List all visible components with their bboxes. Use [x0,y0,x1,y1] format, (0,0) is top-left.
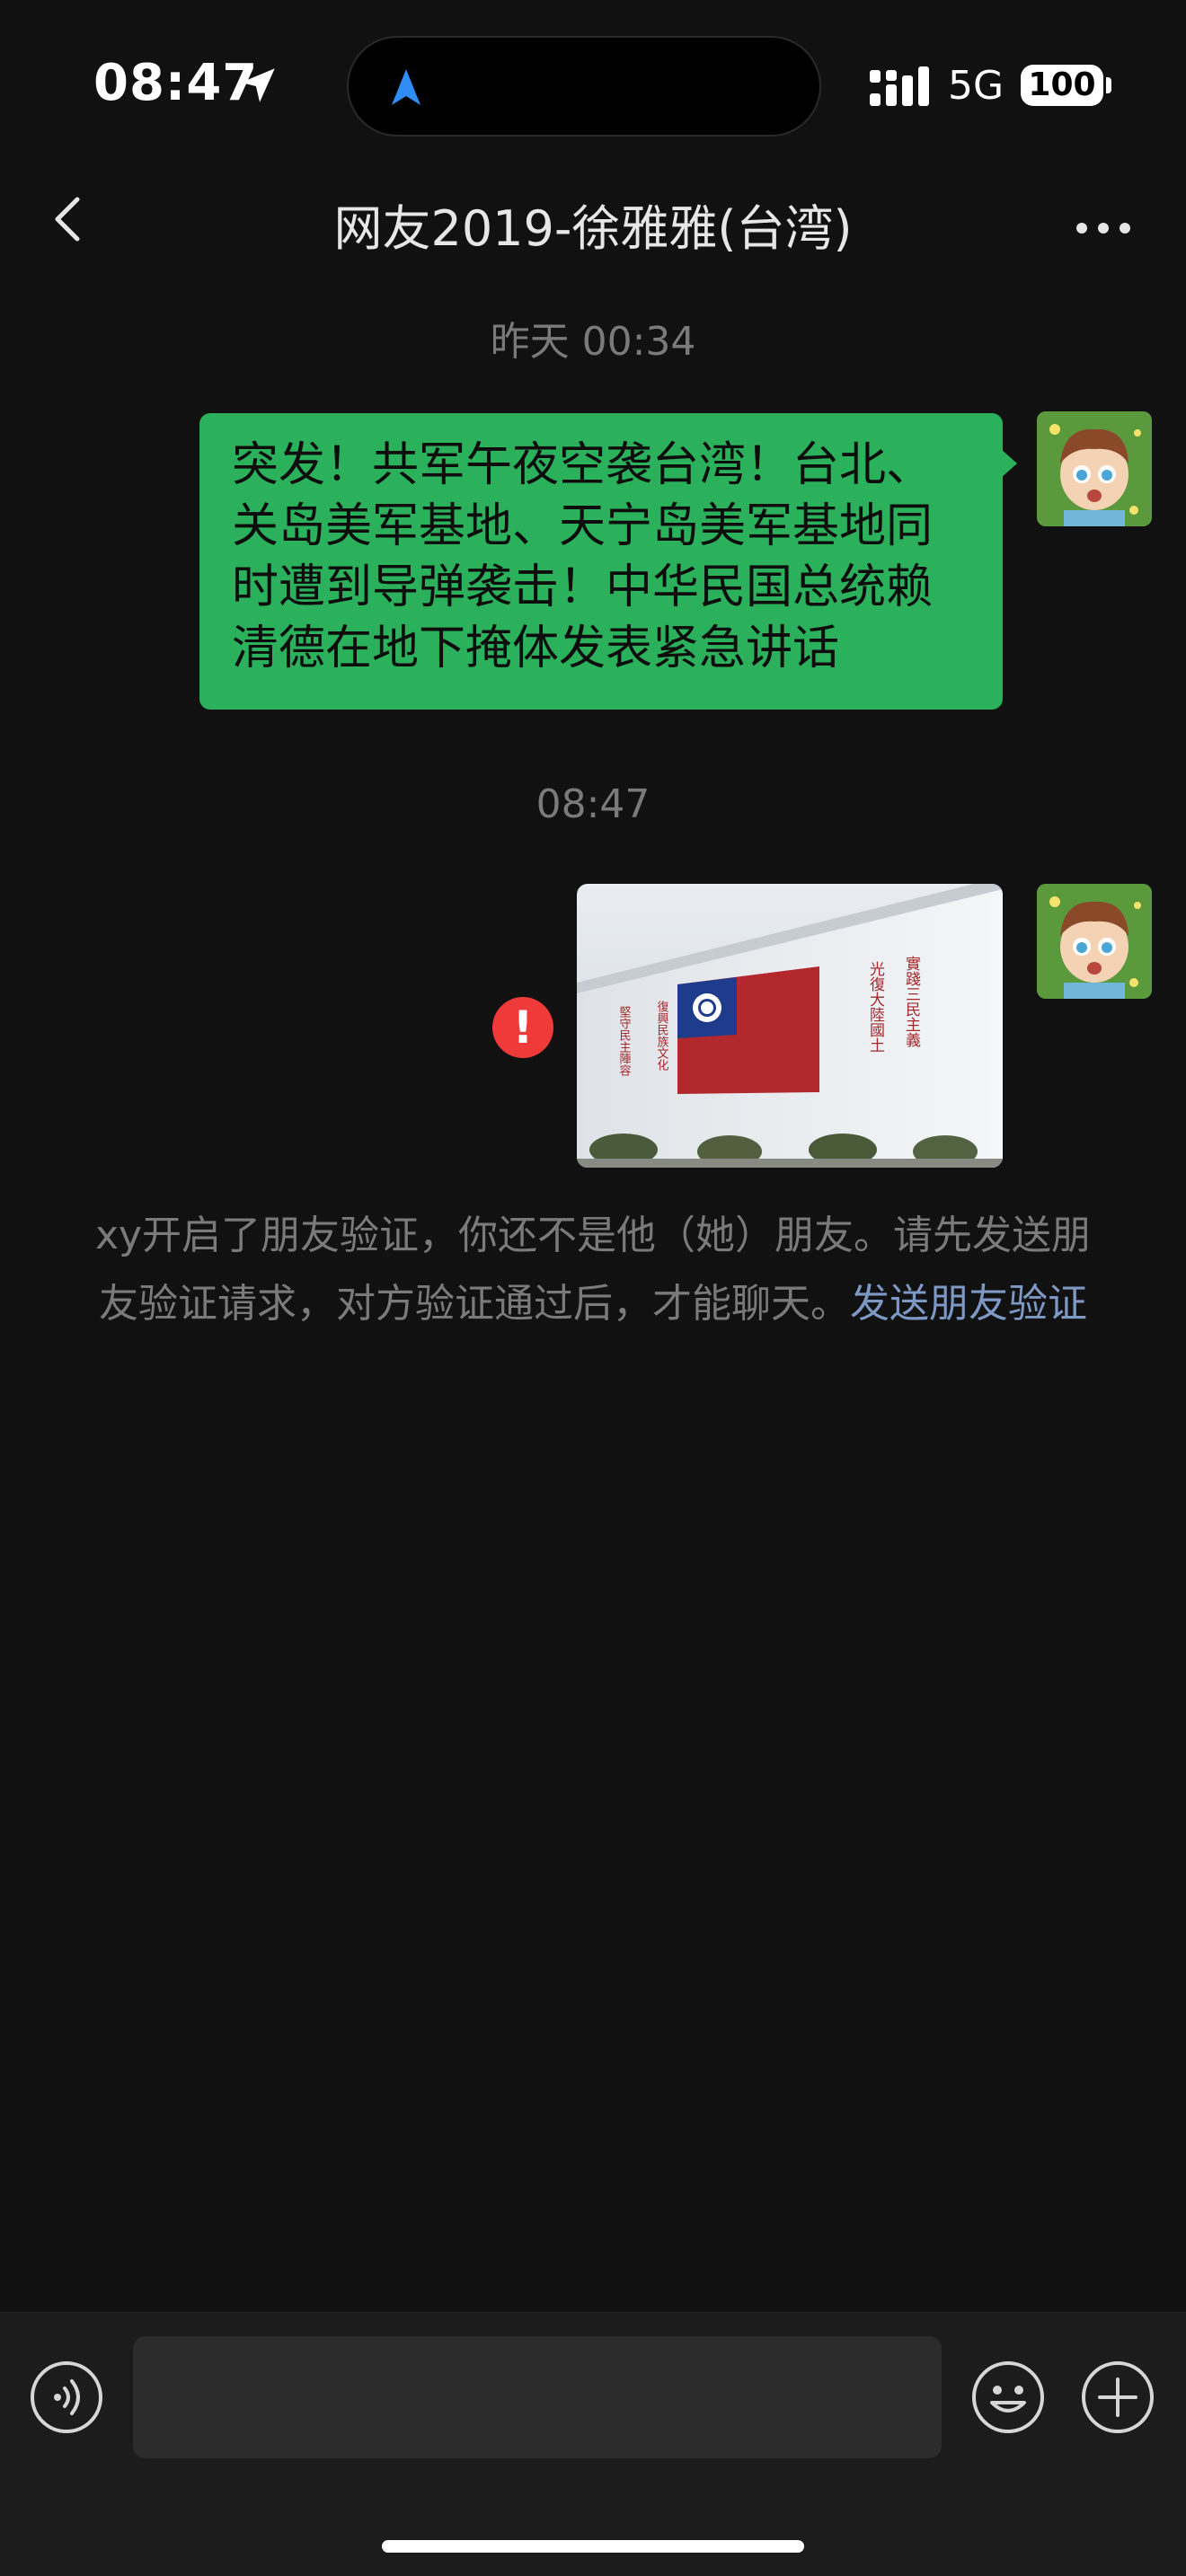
avatar-cartoon-icon [1037,884,1152,999]
message-bubble[interactable]: 突发！共军午夜空袭台湾！台北、关岛美军基地、天宁岛美军基地同时遭到导弹袭击！中华… [199,413,1003,710]
wall-text: 堅守民主陣容 [617,1006,632,1077]
wall-text: 實踐三民主義 [902,956,921,1047]
location-arrow-icon [241,68,275,102]
avatar[interactable] [1037,411,1152,526]
image-message[interactable]: 實踐三民主義 光復大陸國土 復興民族文化 堅守民主陣容 [577,884,1003,1168]
input-bar [0,2312,1186,2576]
timestamp: 08:47 [535,781,651,827]
wall-text: 復興民族文化 [655,1000,669,1072]
home-indicator[interactable] [382,2540,804,2553]
dynamic-island [347,36,821,137]
battery-indicator: 100 [1021,65,1103,106]
emoji-icon[interactable] [970,2360,1046,2435]
status-time: 08:47 [93,54,259,112]
chevron-left-icon[interactable] [36,183,108,255]
more-dots-icon[interactable] [1067,189,1139,243]
system-notice: xy开启了朋友验证，你还不是他（她）朋友。请先发送朋友验证请求，对方验证通过后，… [86,1202,1100,1338]
send-failed-icon[interactable]: ! [492,997,553,1058]
status-bar: 08:47 5G 100 [0,0,1186,171]
photo-wall-image: 實踐三民主義 光復大陸國土 復興民族文化 堅守民主陣容 [577,884,1003,1168]
timestamp: 昨天 00:34 [490,319,696,365]
signal-icon [870,66,929,106]
wall-text: 光復大陸國土 [866,961,885,1053]
chat-header: 网友2019-徐雅雅(台湾) [0,171,1186,269]
chat-screen: 08:47 5G 100 网友2019-徐雅雅(台湾) 昨天 00:34 突发！… [0,0,1186,2576]
message-input[interactable] [133,2336,942,2458]
avatar[interactable] [1037,884,1152,999]
network-label: 5G [948,63,1005,109]
plus-icon[interactable] [1080,2360,1155,2435]
battery-tip [1106,77,1111,93]
avatar-cartoon-icon [1037,411,1152,526]
navigation-arrow-icon [392,69,420,105]
chat-title: 网友2019-徐雅雅(台湾) [333,200,853,257]
voice-icon[interactable] [29,2360,104,2435]
send-friend-verification-link[interactable]: 发送朋友验证 [850,1281,1087,1327]
bubble-tail [1001,449,1017,478]
